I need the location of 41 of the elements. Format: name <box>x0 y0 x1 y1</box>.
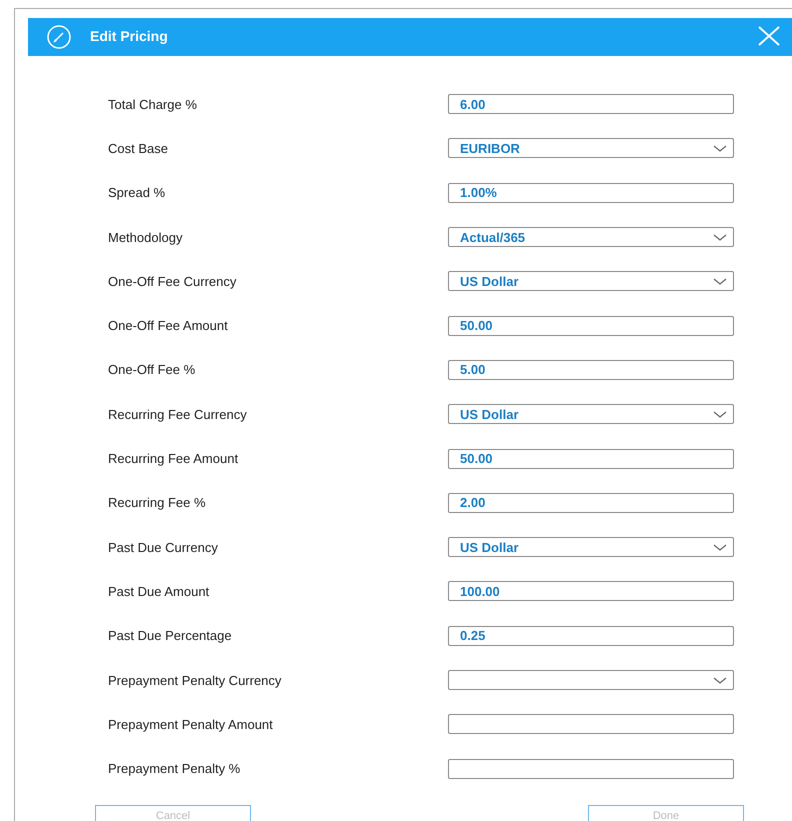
field-label: Recurring Fee Currency <box>108 406 248 422</box>
dropdown-field[interactable]: Actual/365 <box>448 227 734 248</box>
input-field[interactable]: 1.00% <box>448 182 734 203</box>
field-label: Spread % <box>108 185 166 200</box>
field-label: Past Due Amount <box>108 584 210 599</box>
field-label: Methodology <box>108 230 184 245</box>
caret-icon <box>713 234 727 241</box>
field-label: Prepayment Penalty Currency <box>108 672 282 688</box>
input-field[interactable]: 50.00 <box>448 448 734 469</box>
caret-icon <box>713 410 727 418</box>
caret-icon <box>713 144 727 152</box>
dialog-title: Edit Pricing <box>90 28 169 44</box>
field-label: Total Charge % <box>108 96 198 112</box>
caret-icon <box>713 676 727 684</box>
field-label: One-Off Fee Amount <box>108 318 229 334</box>
input-field[interactable]: 2.00 <box>448 492 734 513</box>
caret-icon <box>713 544 727 551</box>
field-label: Recurring Fee Amount <box>108 451 240 466</box>
input-field[interactable]: 5.00 <box>448 360 734 380</box>
field-label: Past Due Currency <box>108 540 219 555</box>
field-label: Prepayment Penalty Amount <box>108 716 274 732</box>
input-field[interactable] <box>448 758 734 779</box>
input-field[interactable] <box>448 714 734 734</box>
input-field[interactable]: 6.00 <box>448 94 734 114</box>
field-label: One-Off Fee Currency <box>108 274 238 289</box>
field-label: One-Off Fee % <box>108 362 196 378</box>
caret-icon <box>713 278 727 285</box>
input-field[interactable]: 50.00 <box>448 316 734 336</box>
dropdown-field[interactable] <box>448 670 734 690</box>
field-label: Prepayment Penalty % <box>108 761 242 776</box>
dropdown-field[interactable]: EURIBOR <box>448 138 734 158</box>
dropdown-field[interactable]: US Dollar <box>448 271 734 292</box>
close-icon[interactable] <box>758 26 780 46</box>
dropdown-field[interactable]: US Dollar <box>448 537 734 558</box>
pencil-icon <box>46 24 72 50</box>
field-label: Recurring Fee % <box>108 495 207 510</box>
field-label: Past Due Percentage <box>108 628 233 644</box>
field-label: Cost Base <box>108 140 169 156</box>
input-field[interactable]: 100.00 <box>448 581 734 602</box>
input-field[interactable]: 0.25 <box>448 626 734 646</box>
dropdown-field[interactable]: US Dollar <box>448 404 734 424</box>
